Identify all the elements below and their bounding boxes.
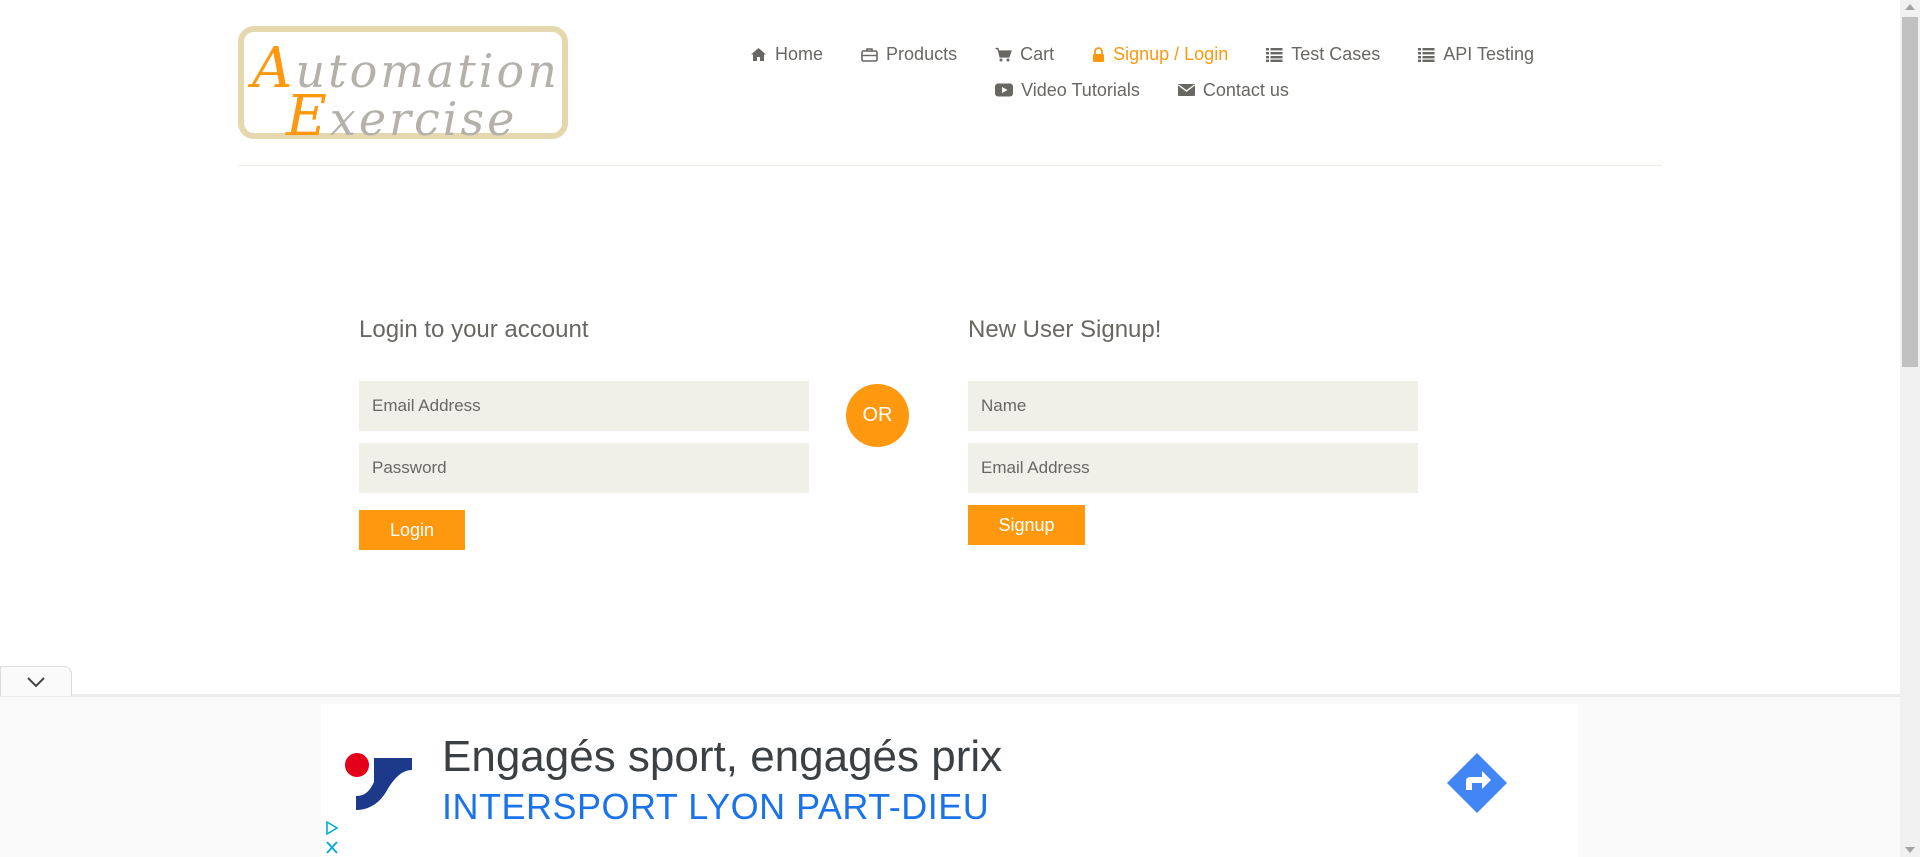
cart-icon: [995, 47, 1012, 61]
scroll-up-arrow-icon[interactable]: [1905, 4, 1915, 10]
login-email-input[interactable]: [359, 381, 809, 431]
lock-icon: [1093, 46, 1105, 62]
nav-products[interactable]: Products: [842, 44, 976, 65]
nav-row-1: Home Products Cart Signup / Login Test C…: [732, 36, 1552, 72]
scroll-thumb[interactable]: [1902, 17, 1918, 367]
logo-line-2: Exercise: [286, 84, 518, 149]
nav-row-2: Video Tutorials Contact us: [732, 72, 1552, 108]
page-scrollbar[interactable]: [1900, 0, 1920, 857]
nav-video-tutorials[interactable]: Video Tutorials: [976, 80, 1159, 101]
login-form: Login to your account Login: [359, 314, 809, 550]
nav-cart[interactable]: Cart: [976, 44, 1073, 65]
nav-signup-login[interactable]: Signup / Login: [1073, 44, 1247, 65]
ad-collapse-button[interactable]: [0, 666, 72, 696]
nav-home[interactable]: Home: [731, 44, 842, 65]
briefcase-icon: [861, 47, 878, 62]
ad-title: Engagés sport, engagés prix: [442, 732, 1003, 781]
ad-subtitle: INTERSPORT LYON PART-DIEU: [442, 786, 990, 827]
envelope-icon: [1177, 84, 1195, 96]
nav-api-testing[interactable]: API Testing: [1399, 44, 1553, 65]
nav-contact-us[interactable]: Contact us: [1159, 80, 1308, 101]
intersport-logo-icon: [345, 753, 412, 810]
home-icon: [751, 47, 767, 61]
signup-title: New User Signup!: [968, 316, 1162, 343]
site-logo[interactable]: Automation Exercise: [238, 26, 568, 149]
signup-button[interactable]: Signup: [968, 505, 1085, 545]
youtube-icon: [995, 83, 1014, 97]
or-divider: OR: [846, 384, 909, 447]
list-icon: [1266, 47, 1283, 62]
login-password-input[interactable]: [359, 443, 809, 493]
login-button[interactable]: Login: [359, 510, 465, 550]
list-icon: [1418, 47, 1435, 62]
ad-banner[interactable]: Engagés sport, engagés prix INTERSPORT L…: [321, 704, 1578, 857]
scroll-down-arrow-icon[interactable]: [1905, 847, 1915, 853]
signup-email-input[interactable]: [968, 443, 1418, 493]
header-divider: [238, 165, 1662, 166]
login-title: Login to your account: [359, 316, 589, 343]
signup-form: New User Signup! Signup: [968, 314, 1418, 545]
directions-icon[interactable]: [1444, 750, 1510, 816]
adchoices-icon[interactable]: [324, 820, 340, 856]
signup-name-input[interactable]: [968, 381, 1418, 431]
chevron-down-icon: [27, 676, 45, 687]
nav-test-cases[interactable]: Test Cases: [1247, 44, 1399, 65]
site-header: Automation Exercise Home Products Cart S…: [0, 0, 1900, 166]
main-nav: Home Products Cart Signup / Login Test C…: [732, 36, 1552, 108]
